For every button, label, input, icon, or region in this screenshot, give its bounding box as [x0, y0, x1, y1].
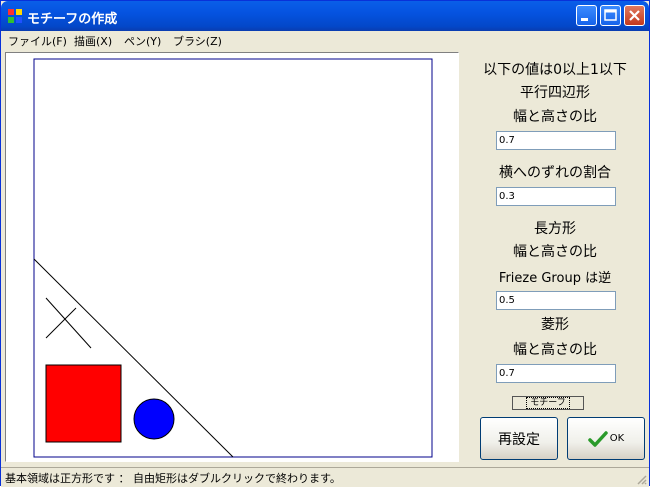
rectangle-ratio-input[interactable]	[496, 291, 616, 310]
shift-ratio-input[interactable]	[496, 187, 616, 206]
maximize-button[interactable]	[600, 5, 621, 26]
motif-canvas-svg[interactable]	[6, 53, 458, 461]
settings-panel: 以下の値は0以上1以下 平行四辺形 幅と高さの比 横へのずれの割合 長方形 幅と…	[463, 52, 647, 464]
menu-file[interactable]: ファイル(F)	[8, 33, 67, 49]
drawing-canvas[interactable]	[5, 52, 459, 462]
menu-brush[interactable]: ブラシ(Z)	[173, 33, 222, 49]
status-bar: 基本領域は正方形です ： 自由矩形はダブルクリックで終わります。	[1, 467, 649, 487]
blue-circle	[133, 398, 175, 440]
cross-line-1	[45, 297, 92, 349]
motif-window: モチーフの作成 ファイル(F) 描画(X) ペン(Y) ブラシ(Z) 以下の値は…	[0, 0, 650, 487]
menu-bar: ファイル(F) 描画(X) ペン(Y) ブラシ(Z)	[1, 31, 649, 50]
rhombus-ratio-label: 幅と高さの比	[513, 342, 597, 358]
cross-line-2	[45, 307, 77, 339]
minimize-icon	[581, 18, 588, 21]
rhombus-ratio-input[interactable]	[496, 364, 616, 383]
parallelogram-ratio-label: 幅と高さの比	[513, 109, 597, 125]
checkmark-icon	[588, 430, 608, 447]
close-icon	[629, 10, 640, 21]
parallelogram-ratio-input[interactable]	[496, 131, 616, 150]
reset-button-label: 再設定	[498, 431, 540, 448]
ok-button-label: OK	[609, 433, 625, 444]
frieze-group-label: Frieze Group は逆	[498, 271, 612, 286]
maximize-icon	[604, 9, 617, 21]
app-icon[interactable]	[7, 8, 23, 24]
window-title: モチーフの作成	[27, 12, 118, 27]
rhombus-label: 菱形	[541, 317, 569, 333]
status-text: 基本領域は正方形です ： 自由矩形はダブルクリックで終わります。	[5, 472, 341, 485]
rectangle-label: 長方形	[534, 221, 576, 237]
menu-pen[interactable]: ペン(Y)	[124, 33, 161, 49]
title-bar[interactable]: モチーフの作成	[1, 1, 649, 31]
shift-label: 横へのずれの割合	[499, 165, 611, 181]
motif-button-label: モチーフ	[526, 397, 570, 409]
reset-button[interactable]: 再設定	[480, 417, 558, 460]
menu-draw[interactable]: 描画(X)	[74, 33, 112, 49]
ok-button[interactable]: OK	[567, 417, 645, 460]
range-header: 以下の値は0以上1以下	[483, 62, 627, 78]
rectangle-ratio-label: 幅と高さの比	[513, 244, 597, 260]
red-square	[45, 364, 122, 443]
minimize-button[interactable]	[576, 5, 597, 26]
parallelogram-label: 平行四辺形	[520, 85, 590, 101]
close-button[interactable]	[624, 5, 645, 26]
resize-grip-icon[interactable]	[635, 473, 647, 485]
motif-button[interactable]: モチーフ	[512, 396, 584, 410]
